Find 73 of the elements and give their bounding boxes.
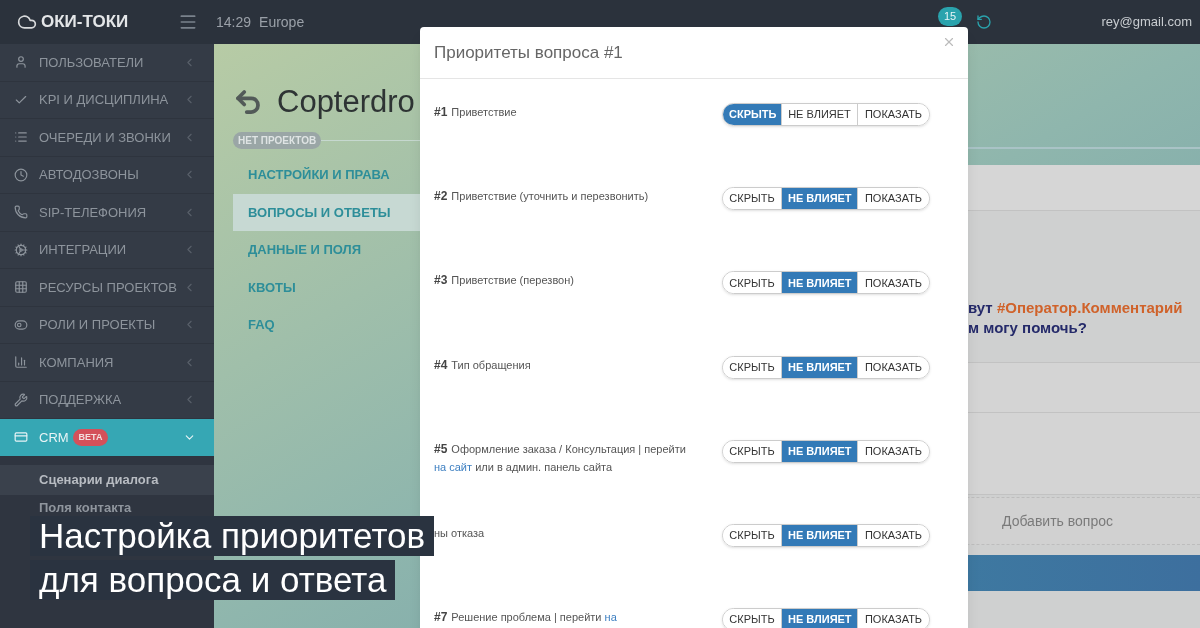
sidebar-item-label: РОЛИ И ПРОЕКТЫ (39, 316, 156, 334)
logo-text: ОКИ-ТОКИ (41, 11, 129, 34)
list-icon (14, 130, 28, 145)
sidebar-item-label: АВТОДОЗВОНЫ (39, 166, 139, 184)
priority-option[interactable]: ПОКАЗАТЬ (857, 272, 929, 294)
priority-option[interactable]: НЕ ВЛИЯЕТ (781, 440, 857, 462)
user-icon (14, 55, 28, 70)
wrench-icon (14, 392, 28, 407)
priority-option[interactable]: ПОКАЗАТЬ (857, 104, 929, 125)
priority-option[interactable]: НЕ ВЛИЯЕТ (781, 524, 857, 546)
no-projects-badge: НЕТ ПРОЕКТОВ (233, 131, 322, 149)
priority-option[interactable]: СКРЫТЬ (723, 272, 781, 294)
question-label: #7 Решение проблема | перейти на (434, 609, 618, 627)
sidebar-item-label: РЕСУРСЫ ПРОЕКТОВ (39, 278, 177, 297)
priority-option[interactable]: ПОКАЗАТЬ (857, 356, 929, 378)
timezone-label: Europe (259, 12, 305, 32)
project-title: Copterdro (277, 82, 415, 121)
question-label: #2 Приветствие (уточнить и перезвонить) (434, 188, 650, 206)
question-label: #5 Оформление заказа / Консультация | перейти на сайт или в админ. панель сайта (434, 440, 687, 475)
sidebar-item-label: КОМПАНИЯ (39, 353, 114, 372)
user-email[interactable]: rey@gmail.com (1101, 12, 1192, 32)
submenu-item[interactable]: Сценарии диалога (0, 464, 214, 495)
priority-option[interactable]: СКРЫТЬ (723, 104, 781, 125)
priority-option[interactable]: СКРЫТЬ (723, 524, 781, 546)
greeting-text: м могу помочь? (968, 318, 1088, 338)
caption-text: для вопроса и ответа (30, 560, 396, 600)
sidebar-item-label: ОЧЕРЕДИ И ЗВОНКИ (39, 128, 171, 147)
toggle-icon (14, 317, 28, 332)
sidebar-item-label: SIP-ТЕЛЕФОНИЯ (39, 203, 147, 222)
menu-button[interactable] (178, 12, 198, 32)
priority-option[interactable]: НЕ ВЛИЯЕТ (781, 272, 857, 294)
clock-time: 14:29 (216, 12, 252, 32)
sidebar-item-label: ПОДДЕРЖКА (39, 391, 122, 409)
priority-option[interactable]: СКРЫТЬ (723, 609, 781, 628)
priority-option[interactable]: ПОКАЗАТЬ (857, 188, 929, 210)
priority-option[interactable]: НЕ ВЛИЯЕТ (781, 609, 857, 628)
sidebar-item[interactable]: CRM BETA (0, 419, 214, 457)
phone-icon (14, 205, 28, 220)
sidebar-item-label: ИНТЕГРАЦИИ (39, 241, 127, 259)
submenu-item[interactable]: Поля контакта (0, 498, 214, 517)
greeting-text: вут (968, 299, 994, 316)
back-arrow-icon[interactable] (233, 87, 263, 117)
clock-icon (14, 167, 28, 182)
sidebar-item-label: KPI И ДИСЦИПЛИНА (39, 91, 169, 109)
priority-option[interactable]: ПОКАЗАТЬ (857, 440, 929, 462)
notification-badge[interactable]: 15 (938, 7, 963, 26)
cloud-logo-icon (17, 12, 37, 32)
priority-option[interactable]: ПОКАЗАТЬ (857, 524, 929, 546)
question-label: #4 Тип обращения (434, 356, 532, 374)
priority-option[interactable]: СКРЫТЬ (723, 356, 781, 378)
priority-option[interactable]: НЕ ВЛИЯЕТ (781, 356, 857, 378)
caption-text: Настройка приоритетов (30, 516, 435, 556)
bar-chart-icon (14, 355, 28, 370)
question-label: ны отказа (434, 525, 486, 541)
window-icon (14, 430, 28, 445)
history-button[interactable] (975, 14, 992, 30)
sidebar-item-label: CRM (39, 428, 69, 447)
site-link[interactable]: на (604, 611, 617, 624)
question-label: #1 Приветствие (434, 104, 518, 121)
priority-option[interactable]: ПОКАЗАТЬ (857, 609, 929, 628)
priority-option[interactable]: СКРЫТЬ (723, 440, 781, 462)
site-link[interactable]: на сайт (434, 460, 476, 473)
grid-icon (14, 280, 28, 295)
priority-option[interactable]: СКРЫТЬ (723, 188, 781, 210)
beta-badge: BETA (72, 428, 109, 446)
sidebar-item-label: ПОЛЬЗОВАТЕЛИ (39, 53, 144, 72)
gear-icon (14, 242, 28, 257)
dialog-title: Приоритеты вопроса #1 (434, 41, 623, 64)
variable-tag: #Оператор.Комментарий (996, 299, 1183, 316)
project-nav-item[interactable]: ВОПРОСЫ И ОТВЕТЫ (233, 193, 420, 231)
question-label: #3 Приветствие (перезвон) (434, 272, 575, 290)
priority-option[interactable]: НЕ ВЛИЯЕТ (781, 188, 857, 210)
priority-option[interactable]: НЕ ВЛИЯЕТ (781, 104, 857, 125)
